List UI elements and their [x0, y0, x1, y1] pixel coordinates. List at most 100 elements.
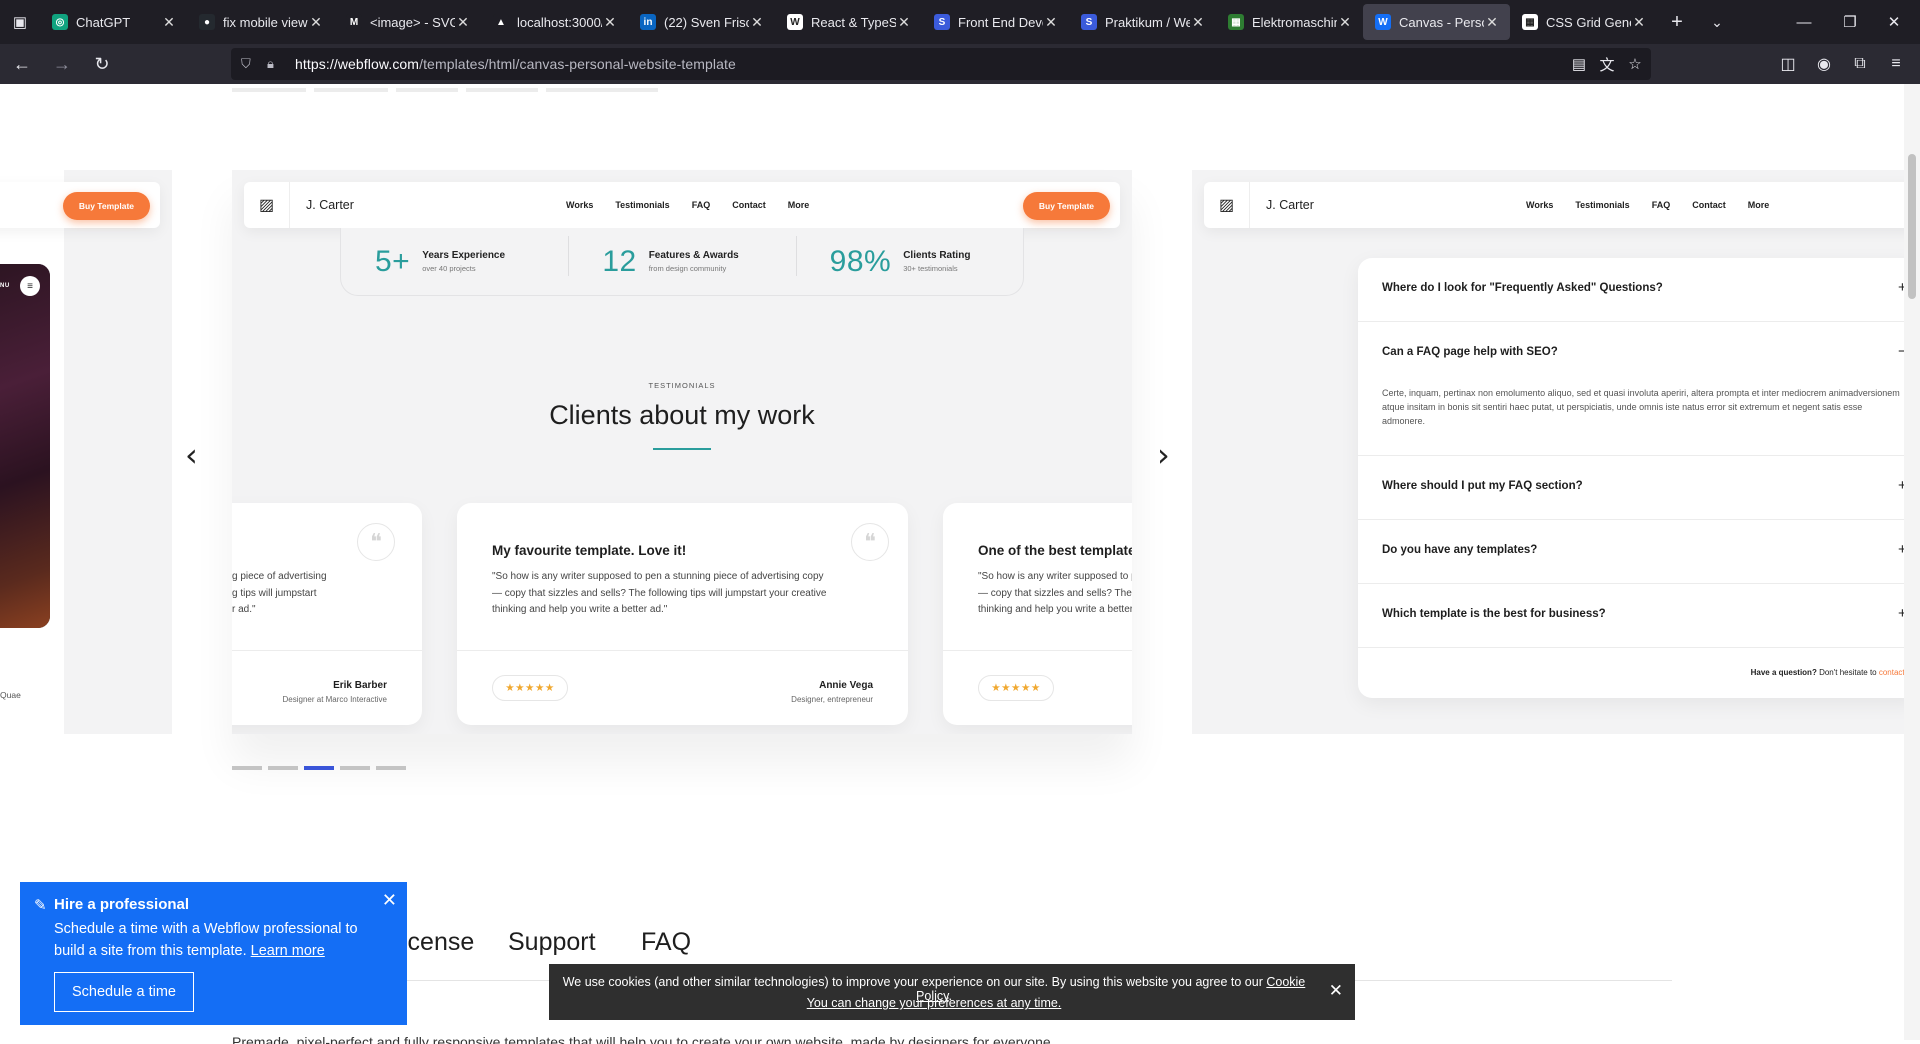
template-brand[interactable]: J. Carter [306, 198, 354, 212]
tab-close-icon[interactable]: ✕ [1631, 14, 1647, 31]
nav-link-faq[interactable]: FAQ [1652, 200, 1671, 210]
faq-item[interactable]: Do you have any templates? + [1358, 520, 1904, 584]
tab-close-icon[interactable]: ✕ [602, 14, 618, 31]
nav-link-more[interactable]: More [788, 200, 810, 210]
slide-next[interactable]: ▨ J. Carter Works Testimonials FAQ Conta… [1192, 170, 1904, 734]
nav-link-works[interactable]: Works [1526, 200, 1553, 210]
tab-close-icon[interactable]: ✕ [1043, 14, 1059, 31]
page-scrollbar[interactable] [1904, 84, 1920, 1040]
bookmark-star-icon[interactable]: ☆ [1621, 48, 1649, 80]
faq-question[interactable]: Can a FAQ page help with SEO? [1382, 346, 1558, 358]
menu-icon[interactable]: ≡ [1880, 48, 1912, 80]
url-path: /templates/html/canvas-personal-website-… [419, 56, 736, 72]
url-text[interactable]: https://webflow.com/templates/html/canva… [295, 56, 736, 72]
contact-link[interactable]: contact me [1879, 668, 1904, 677]
faq-question[interactable]: Which template is the best for business? [1382, 608, 1606, 620]
slide-previous[interactable]: Buy Template NU ≡ Quae [0, 170, 172, 734]
template-brand[interactable]: J. Carter [1266, 198, 1314, 212]
pocket-icon[interactable]: ◫ [1772, 48, 1804, 80]
tab-list-chevron-icon[interactable]: ⌄ [1697, 0, 1737, 44]
testimonial-card[interactable]: One of the best template "So how is any … [943, 503, 1132, 725]
template-nav: ▨ J. Carter Works Testimonials FAQ Conta… [1204, 182, 1904, 228]
logo-icon[interactable]: ▨ [1204, 182, 1250, 228]
tab-close-icon[interactable]: ✕ [308, 14, 324, 31]
testimonial-heading: My favourite template. Love it! [492, 543, 687, 558]
browser-tab[interactable]: ▲ localhost:3000/?✕ [481, 4, 628, 40]
reload-button[interactable]: ↻ [84, 48, 120, 80]
slide-current[interactable]: ▨ J. Carter Works Testimonials FAQ Conta… [232, 170, 1132, 734]
testimonial-card[interactable]: ❝ My favourite template. Love it! "So ho… [457, 503, 908, 725]
tab-support[interactable]: Support [508, 928, 596, 957]
browser-tab[interactable]: M <image> - SVG: ✕ [334, 4, 481, 40]
forward-button[interactable]: → [44, 48, 80, 80]
carousel-dot[interactable] [268, 766, 298, 770]
faq-question[interactable]: Where should I put my FAQ section? [1382, 480, 1583, 492]
url-host: https://webflow.com [295, 56, 420, 72]
lock-icon[interactable]: 🔒︎ [267, 56, 283, 72]
browser-tab[interactable]: ▦ CSS Grid Genera✕ [1510, 4, 1657, 40]
tab-close-icon[interactable]: ✕ [749, 14, 765, 31]
new-tab-button[interactable]: + [1657, 0, 1697, 44]
browser-tab[interactable]: S Front End Develo✕ [922, 4, 1069, 40]
shield-icon[interactable]: ⛉ [241, 56, 257, 72]
browser-tab[interactable]: W Canvas - Person✕ [1363, 4, 1510, 40]
faq-item[interactable]: Can a FAQ page help with SEO? − Certe, i… [1358, 322, 1904, 456]
reader-view-icon[interactable]: ▤ [1565, 48, 1593, 80]
browser-tab[interactable]: S Praktikum / Wer ✕ [1069, 4, 1216, 40]
testimonial-card[interactable]: ❝ g piece of advertising g tips will jum… [232, 503, 422, 725]
learn-more-link[interactable]: Learn more [251, 943, 325, 959]
tab-title: Canvas - Person [1399, 14, 1484, 30]
logo-icon[interactable]: ▨ [244, 182, 290, 228]
tab-faq[interactable]: FAQ [641, 928, 691, 957]
close-window-button[interactable]: ✕ [1866, 0, 1920, 44]
tab-close-icon[interactable]: ✕ [1337, 14, 1353, 31]
tab-close-icon[interactable]: ✕ [455, 14, 471, 31]
tab-close-icon[interactable]: ✕ [1190, 14, 1206, 31]
buy-template-button[interactable]: Buy Template [62, 192, 150, 220]
close-icon[interactable]: ✕ [382, 890, 397, 911]
stat-sub: over 40 projects [422, 264, 476, 273]
template-nav: ▨ J. Carter Works Testimonials FAQ Conta… [244, 182, 1120, 228]
browser-tab[interactable]: ◎ ChatGPT ✕ [40, 4, 187, 40]
cookie-preferences-link[interactable]: You can change your preferences at any t… [807, 996, 1062, 1010]
nav-link-more[interactable]: More [1748, 200, 1770, 210]
nav-link-faq[interactable]: FAQ [692, 200, 711, 210]
template-nav-links: Works Testimonials FAQ Contact More [1526, 200, 1791, 210]
browser-tab[interactable]: ● fix mobile view I ✕ [187, 4, 334, 40]
tab-title: <image> - SVG: [370, 14, 455, 30]
tab-close-icon[interactable]: ✕ [896, 14, 912, 31]
browser-tab[interactable]: ▦ Elektromaschine✕ [1216, 4, 1363, 40]
tab-close-icon[interactable]: ✕ [1484, 14, 1500, 31]
nav-link-works[interactable]: Works [566, 200, 593, 210]
carousel-dot[interactable] [376, 766, 406, 770]
account-icon[interactable]: ◉ [1808, 48, 1840, 80]
nav-link-testimonials[interactable]: Testimonials [1575, 200, 1629, 210]
nav-link-contact[interactable]: Contact [1692, 200, 1726, 210]
faq-item[interactable]: Which template is the best for business?… [1358, 584, 1904, 648]
url-bar[interactable]: ⛉ 🔒︎ https://webflow.com/templates/html/… [231, 48, 1651, 80]
cookie-banner: We use cookies (and other similar techno… [549, 964, 1355, 1020]
carousel-dot[interactable] [340, 766, 370, 770]
carousel-prev-arrow[interactable]: ‹ [185, 436, 198, 474]
close-icon[interactable]: ✕ [1329, 981, 1343, 1001]
tab-close-icon[interactable]: ✕ [161, 14, 177, 31]
buy-template-button[interactable]: Buy Template [1022, 192, 1110, 220]
scrollbar-thumb[interactable] [1908, 154, 1916, 299]
nav-link-testimonials[interactable]: Testimonials [615, 200, 669, 210]
browser-tab[interactable]: in (22) Sven Frisch |✕ [628, 4, 775, 40]
translate-icon[interactable]: 文 [1593, 48, 1621, 80]
nav-link-contact[interactable]: Contact [732, 200, 766, 210]
faq-question[interactable]: Do you have any templates? [1382, 544, 1537, 556]
faq-question[interactable]: Where do I look for "Frequently Asked" Q… [1382, 282, 1663, 294]
faq-item[interactable]: Where should I put my FAQ section? + [1358, 456, 1904, 520]
browser-tab[interactable]: W React & TypeScri✕ [775, 4, 922, 40]
tab-overview-icon[interactable]: ▣ [0, 0, 40, 44]
back-button[interactable]: ← [4, 48, 40, 80]
tab-license[interactable]: icense [402, 928, 474, 957]
carousel-next-arrow[interactable]: › [1157, 436, 1170, 474]
carousel-dot[interactable] [232, 766, 262, 770]
faq-item[interactable]: Where do I look for "Frequently Asked" Q… [1358, 258, 1904, 322]
extensions-icon[interactable]: ⧉ [1844, 48, 1876, 80]
schedule-time-button[interactable]: Schedule a time [54, 972, 194, 1012]
carousel-dot-active[interactable] [304, 766, 334, 770]
